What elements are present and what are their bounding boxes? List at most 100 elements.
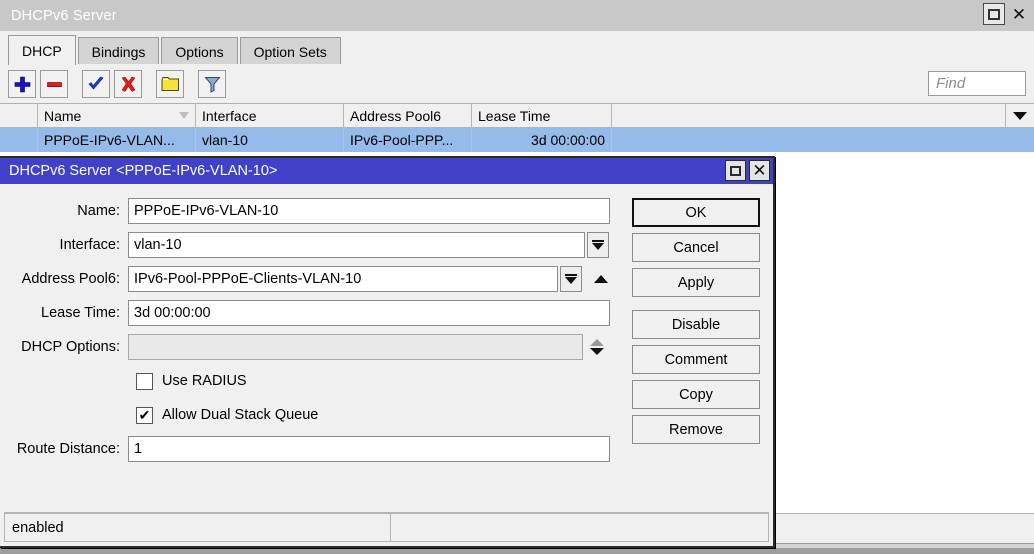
disable-button[interactable] xyxy=(114,70,142,98)
tab-dhcp[interactable]: DHCP xyxy=(8,35,76,65)
add-button[interactable] xyxy=(8,70,36,98)
use-radius-label: Use RADIUS xyxy=(162,373,247,389)
column-header-interface-label: Interface xyxy=(202,108,256,124)
dialog-restore-button[interactable] xyxy=(725,160,746,181)
chevron-up-icon xyxy=(594,275,608,283)
field-row-lease-time: Lease Time: 3d 00:00:00 xyxy=(0,300,632,326)
tab-options[interactable]: Options xyxy=(161,37,237,65)
chevron-down-icon xyxy=(565,277,577,284)
tab-option-sets[interactable]: Option Sets xyxy=(240,37,341,65)
dialog-status-secondary xyxy=(390,513,769,542)
main-window-title: DHCPv6 Server xyxy=(11,8,117,24)
use-radius-checkbox[interactable] xyxy=(136,373,153,390)
cross-icon xyxy=(120,76,137,93)
remove-button[interactable] xyxy=(40,70,68,98)
find-input[interactable]: Find xyxy=(928,71,1026,96)
column-header-address-pool6-label: Address Pool6 xyxy=(350,108,441,124)
minus-icon xyxy=(46,76,63,93)
chevron-down-icon xyxy=(1013,112,1027,120)
apply-button[interactable]: Apply xyxy=(632,268,760,297)
column-chooser-button[interactable] xyxy=(1006,104,1034,127)
column-header-name-label: Name xyxy=(44,108,81,124)
main-close-button[interactable]: ✕ xyxy=(1008,3,1030,25)
field-row-address-pool6: Address Pool6: IPv6-Pool-PPPoE-Clients-V… xyxy=(0,266,632,292)
ok-button[interactable]: OK xyxy=(632,198,760,227)
filter-button[interactable] xyxy=(198,70,226,98)
lease-time-label: Lease Time: xyxy=(0,305,128,321)
close-icon: ✕ xyxy=(752,162,766,179)
sort-indicator-icon xyxy=(179,112,189,119)
chevron-down-icon xyxy=(590,348,604,355)
chevron-up-icon xyxy=(590,339,604,346)
address-pool6-label: Address Pool6: xyxy=(0,271,128,287)
checkbox-row-use-radius: Use RADIUS xyxy=(0,368,632,394)
dialog-title: DHCPv6 Server <PPPoE-IPv6-VLAN-10> xyxy=(9,163,277,179)
allow-dual-stack-queue-checkbox[interactable]: ✔ xyxy=(136,407,153,424)
address-pool6-input[interactable]: IPv6-Pool-PPPoE-Clients-VLAN-10 xyxy=(128,266,558,292)
interface-dropdown-button[interactable] xyxy=(587,232,609,258)
chevron-down-icon xyxy=(592,243,604,250)
interface-label: Interface: xyxy=(0,237,128,253)
main-restore-button[interactable] xyxy=(983,3,1005,25)
copy-button[interactable]: Copy xyxy=(632,380,760,409)
tab-option-sets-label: Option Sets xyxy=(254,44,327,60)
field-row-name: Name: PPPoE-IPv6-VLAN-10 xyxy=(0,198,632,224)
dhcp-options-input[interactable] xyxy=(128,334,583,360)
checkbox-row-allow-dual-stack-queue: ✔ Allow Dual Stack Queue xyxy=(0,402,632,428)
restore-icon xyxy=(730,166,741,176)
tab-bar: DHCP Bindings Options Option Sets xyxy=(0,31,1034,65)
name-input[interactable]: PPPoE-IPv6-VLAN-10 xyxy=(128,198,610,224)
note-icon xyxy=(161,76,180,92)
column-header-flags[interactable] xyxy=(0,104,38,127)
row-filler xyxy=(612,128,1034,152)
field-row-route-distance: Route Distance: 1 xyxy=(0,436,632,462)
enable-button[interactable] xyxy=(82,70,110,98)
address-pool6-dropdown-button[interactable] xyxy=(560,266,582,292)
dialog-button-column: OK Cancel Apply Disable Comment Copy Rem… xyxy=(632,198,760,512)
row-flags-cell xyxy=(0,128,38,152)
tab-dhcp-label: DHCP xyxy=(22,43,62,59)
dialog-window-controls: ✕ xyxy=(725,160,770,181)
comment-button[interactable]: Comment xyxy=(632,345,760,374)
close-icon: ✕ xyxy=(1012,6,1026,23)
column-header-interface[interactable]: Interface xyxy=(196,104,344,127)
route-distance-label: Route Distance: xyxy=(0,441,128,457)
dhcp-options-label: DHCP Options: xyxy=(0,339,128,355)
column-header-lease-time[interactable]: Lease Time xyxy=(472,104,612,127)
cancel-button[interactable]: Cancel xyxy=(632,233,760,262)
column-header-spacer xyxy=(612,104,1006,127)
dialog-form: Name: PPPoE-IPv6-VLAN-10 Interface: vlan… xyxy=(0,198,632,512)
dialog-titlebar: DHCPv6 Server <PPPoE-IPv6-VLAN-10> ✕ xyxy=(0,158,773,184)
plus-icon xyxy=(14,76,31,93)
tab-bindings[interactable]: Bindings xyxy=(78,37,160,65)
dhcp-options-stepper[interactable] xyxy=(590,334,604,360)
route-distance-input[interactable]: 1 xyxy=(128,436,610,462)
column-header-name[interactable]: Name xyxy=(38,104,196,127)
allow-dual-stack-queue-label: Allow Dual Stack Queue xyxy=(162,407,318,423)
name-label: Name: xyxy=(0,203,128,219)
lease-time-input[interactable]: 3d 00:00:00 xyxy=(128,300,610,326)
field-row-dhcp-options: DHCP Options: xyxy=(0,334,632,360)
address-pool6-collapse-button[interactable] xyxy=(586,266,608,292)
dialog-close-button[interactable]: ✕ xyxy=(749,160,770,181)
dropdown-bar-icon xyxy=(565,274,577,276)
field-row-interface: Interface: vlan-10 xyxy=(0,232,632,258)
restore-icon xyxy=(988,9,1000,20)
main-window-titlebar: DHCPv6 Server ✕ xyxy=(0,0,1034,31)
dialog-status-text: enabled xyxy=(4,513,390,542)
tab-bindings-label: Bindings xyxy=(92,44,146,60)
remove-button[interactable]: Remove xyxy=(632,415,760,444)
comment-button[interactable] xyxy=(156,70,184,98)
table-row[interactable]: PPPoE-IPv6-VLAN... vlan-10 IPv6-Pool-PPP… xyxy=(0,128,1034,152)
main-window-controls: ✕ xyxy=(983,3,1030,25)
column-header-lease-time-label: Lease Time xyxy=(478,108,550,124)
dialog-status-bar: enabled xyxy=(4,512,769,542)
row-lease-time-cell: 3d 00:00:00 xyxy=(472,128,612,152)
disable-button[interactable]: Disable xyxy=(632,310,760,339)
check-icon xyxy=(87,76,105,93)
column-header-address-pool6[interactable]: Address Pool6 xyxy=(344,104,472,127)
funnel-icon xyxy=(204,76,221,93)
interface-input[interactable]: vlan-10 xyxy=(128,232,585,258)
row-address-pool6-cell: IPv6-Pool-PPP... xyxy=(344,128,472,152)
table-header-row: Name Interface Address Pool6 Lease Time xyxy=(0,104,1034,128)
